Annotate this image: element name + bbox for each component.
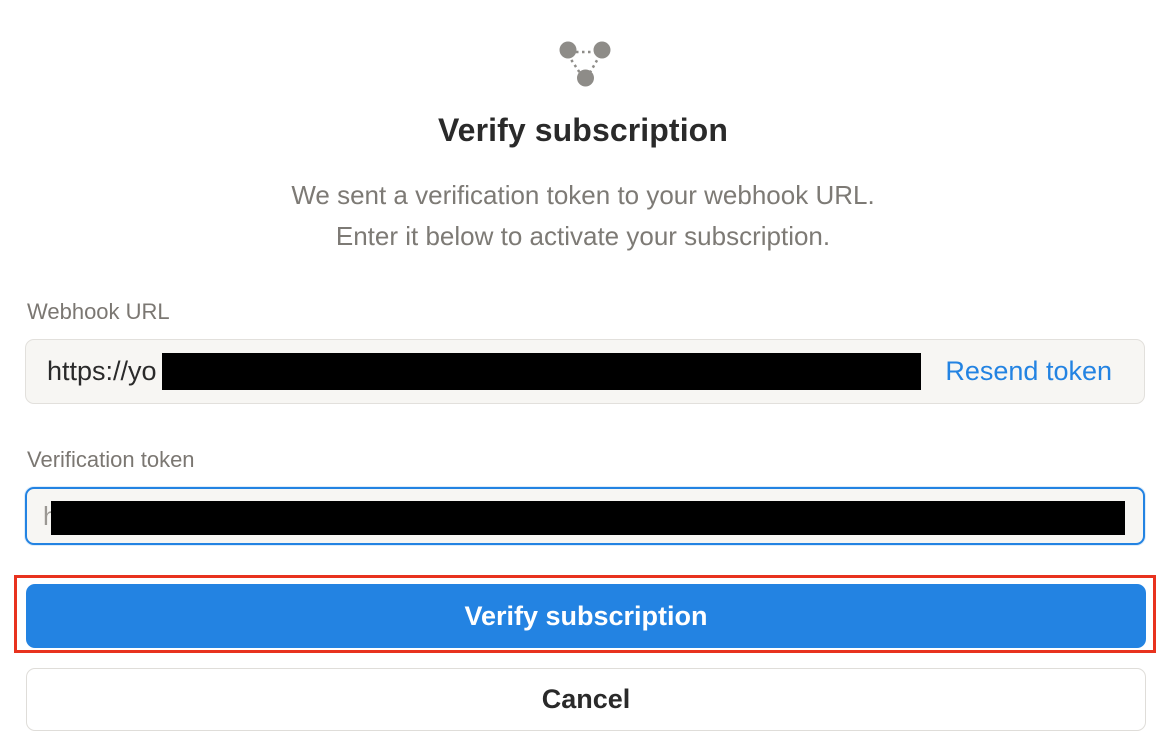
webhook-url-value: https://yo (47, 356, 157, 386)
cancel-button[interactable]: Cancel (26, 668, 1146, 731)
dialog-title: Verify subscription (438, 112, 728, 148)
webhook-url-field: https://yo Resend token (25, 339, 1145, 404)
dialog-subtitle-line2: Enter it below to activate your subscrip… (335, 221, 831, 251)
verification-token-label: Verification token (27, 447, 195, 472)
webhook-url-label: Webhook URL (27, 299, 170, 324)
dialog-subtitle-line1: We sent a verification token to your web… (291, 180, 875, 210)
redaction-bar (51, 501, 1125, 535)
webhook-icon (557, 38, 615, 90)
verification-token-field[interactable] (25, 487, 1145, 545)
resend-token-link[interactable]: Resend token (945, 356, 1112, 387)
verify-subscription-button[interactable]: Verify subscription (26, 584, 1146, 648)
redaction-bar (162, 353, 921, 390)
